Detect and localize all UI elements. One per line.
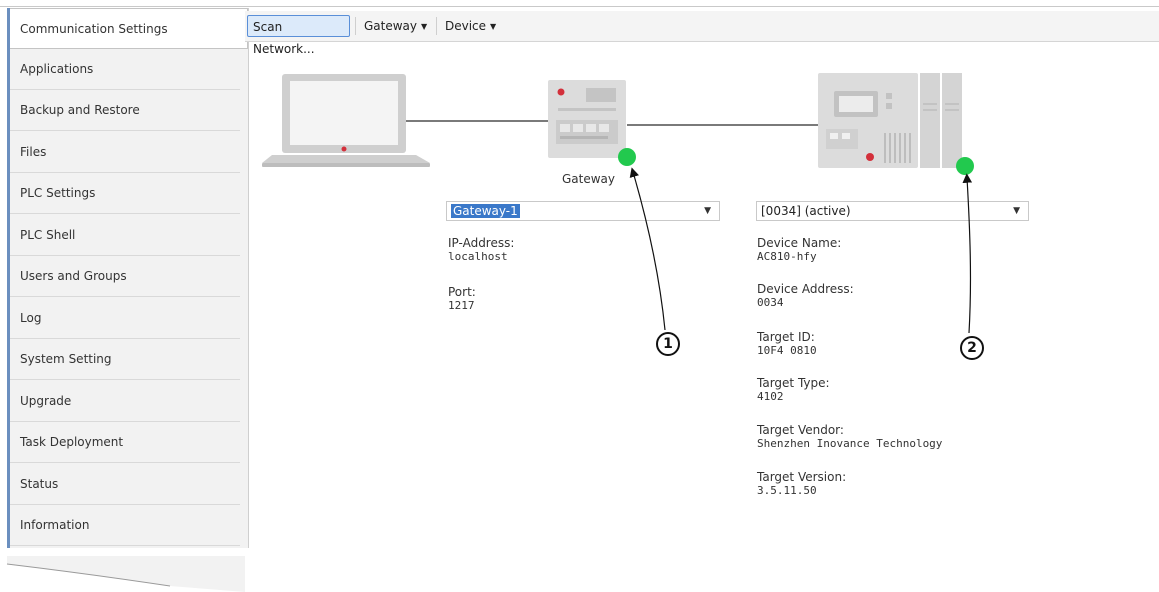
callout-marker-1: 1 (656, 332, 680, 356)
callout-arrows (629, 167, 973, 334)
callout-marker-2: 2 (960, 336, 984, 360)
